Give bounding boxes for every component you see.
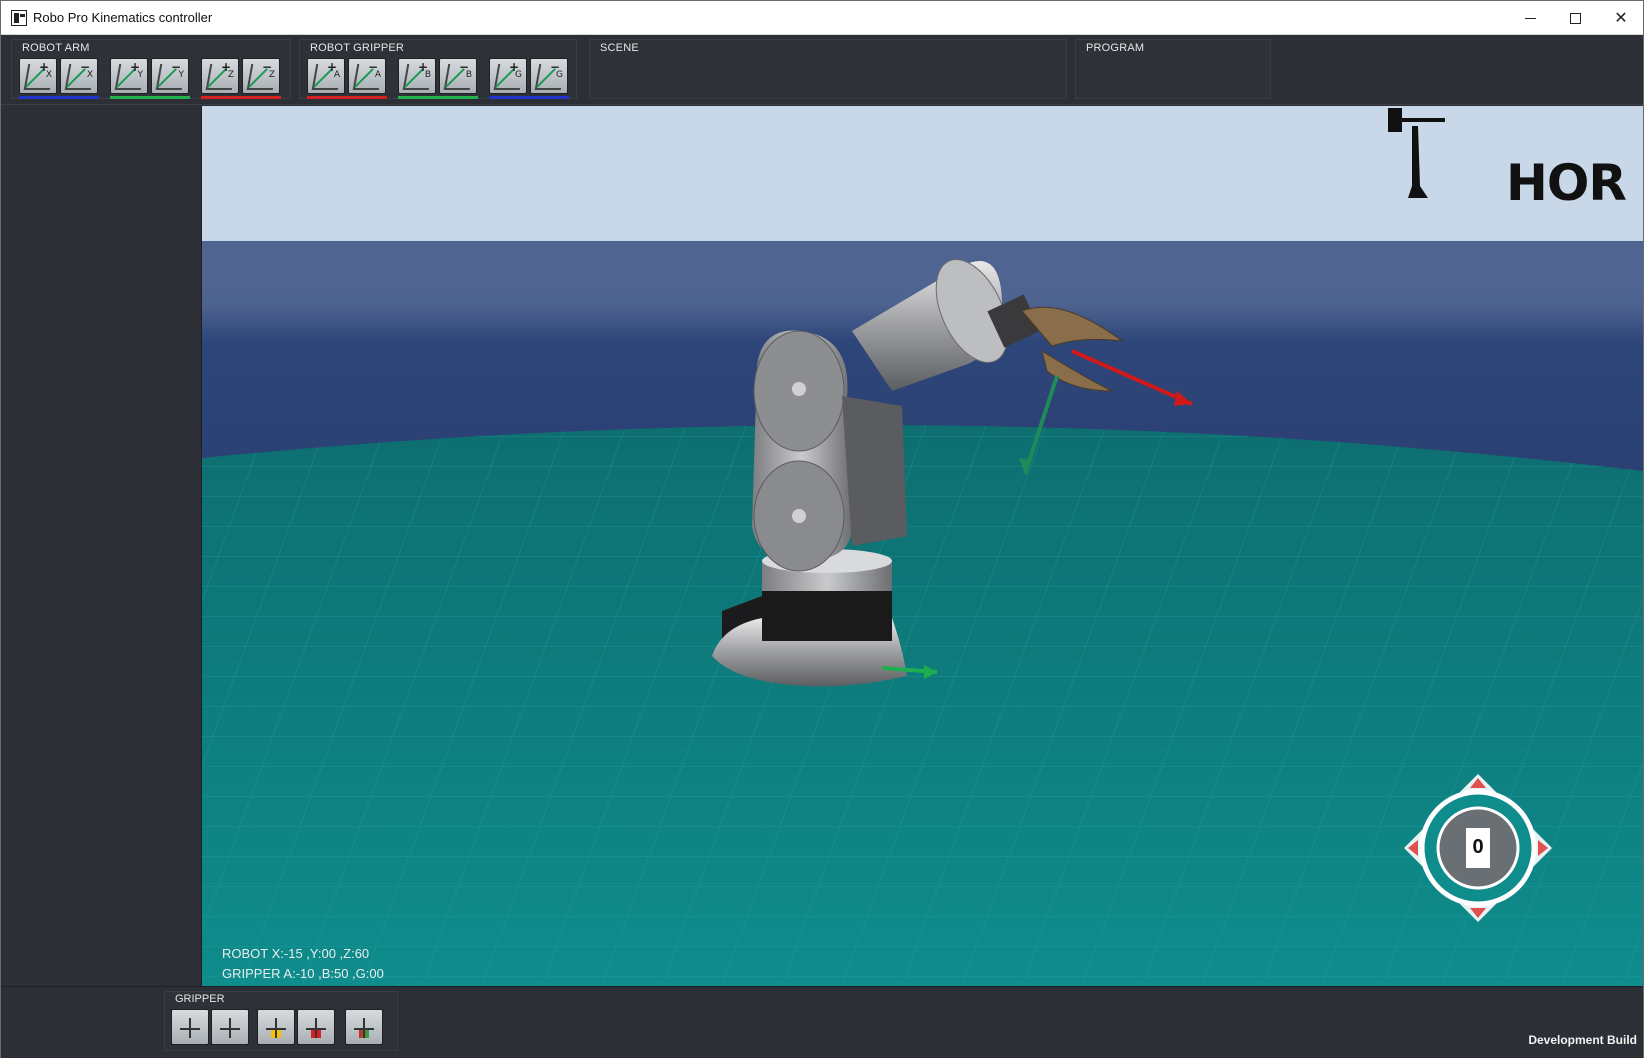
arm-x-plus-axis: X: [45, 70, 52, 80]
maximize-icon: [1569, 12, 1581, 24]
arm-z-minus-axis: Z: [268, 70, 275, 80]
gripper-a-plus-axis: A: [333, 70, 340, 80]
app-window: Robo Pro Kinematics controller ✕ ROBOT A…: [0, 0, 1644, 1058]
open-gripper-button[interactable]: [171, 1009, 209, 1045]
gripper-b-plus-axis: B: [424, 70, 431, 80]
window-title: Robo Pro Kinematics controller: [33, 10, 213, 25]
g-axis-underline: [489, 96, 569, 99]
development-build-label: Development Build: [1528, 1033, 1637, 1047]
program-group: PROGRAM: [1075, 39, 1271, 99]
scene-render: [202, 106, 1643, 986]
gripper-g-plus-axis: G: [515, 70, 522, 80]
left-sidebar: [1, 106, 202, 986]
arm-x-minus-axis: X: [86, 70, 93, 80]
robot-gripper-label: ROBOT GRIPPER: [310, 42, 405, 54]
robot-arm-label: ROBOT ARM: [22, 42, 90, 54]
gripper-b-minus-button[interactable]: − B: [439, 58, 477, 94]
gripper-b-plus-button[interactable]: + B: [398, 58, 436, 94]
robot-gripper-group: ROBOT GRIPPER + A − A + B − B + G − G: [299, 39, 577, 99]
close-gripper-button[interactable]: [211, 1009, 249, 1045]
arm-z-minus-button[interactable]: − Z: [242, 58, 280, 94]
app-icon: [11, 10, 27, 26]
maximize-button[interactable]: [1552, 1, 1598, 35]
gripper-g-minus-axis: G: [556, 70, 563, 80]
gripper-b-minus-axis: B: [465, 70, 472, 80]
gizmo-center-label: 0: [1472, 836, 1484, 858]
minimize-icon: [1524, 17, 1536, 19]
gripper-g-plus-button[interactable]: + G: [489, 58, 527, 94]
scene-label: SCENE: [600, 42, 639, 54]
detach-object-icon: [311, 1030, 321, 1038]
a-axis-underline: [307, 96, 387, 99]
gripper-axis-icon: [359, 1030, 369, 1038]
gripper-g-minus-button[interactable]: − G: [530, 58, 568, 94]
3d-viewport[interactable]: HOR ROBOT X:-15 ,Y:00 ,Z:60 GRIPPER A:-1…: [202, 106, 1643, 986]
thor-logo: HOR: [1506, 154, 1627, 212]
gripper-a-minus-axis: A: [374, 70, 381, 80]
arm-x-minus-button[interactable]: − X: [60, 58, 98, 94]
program-label: PROGRAM: [1086, 42, 1145, 54]
b-axis-underline: [398, 96, 478, 99]
main-toolbar: ROBOT ARM + X − X + Y − Y + Z − Z ROBOT GRIPPE…: [1, 35, 1643, 105]
close-icon: ✕: [1614, 10, 1628, 27]
robot-arm-group: ROBOT ARM + X − X + Y − Y + Z − Z: [11, 39, 291, 99]
gripper-group: GRIPPER: [164, 991, 398, 1051]
scene-group: SCENE: [589, 39, 1067, 99]
attach-object-button[interactable]: [257, 1009, 295, 1045]
arm-z-plus-button[interactable]: + Z: [201, 58, 239, 94]
arm-y-minus-button[interactable]: − Y: [151, 58, 189, 94]
gripper-a-plus-button[interactable]: + A: [307, 58, 345, 94]
gripper-axis-button[interactable]: [345, 1009, 383, 1045]
z-axis-underline: [201, 96, 281, 99]
arm-y-minus-axis: Y: [178, 70, 185, 80]
arm-y-plus-button[interactable]: + Y: [110, 58, 148, 94]
y-axis-underline: [110, 96, 190, 99]
title-bar: Robo Pro Kinematics controller ✕: [1, 1, 1643, 35]
close-button[interactable]: ✕: [1598, 1, 1644, 35]
gripper-a-minus-button[interactable]: − A: [348, 58, 386, 94]
arm-z-plus-axis: Z: [227, 70, 234, 80]
arm-y-plus-axis: Y: [137, 70, 144, 80]
robot-position-readout: ROBOT X:-15 ,Y:00 ,Z:60: [222, 946, 370, 961]
bottom-toolbar: GRIPPER Development Build: [1, 986, 1643, 1058]
arm-x-plus-button[interactable]: + X: [19, 58, 57, 94]
gripper-position-readout: GRIPPER A:-10 ,B:50 ,G:00: [222, 966, 384, 981]
attach-object-icon: [271, 1030, 281, 1038]
minimize-button[interactable]: [1507, 1, 1553, 35]
gripper-group-label: GRIPPER: [175, 993, 225, 1005]
detach-object-button[interactable]: [297, 1009, 335, 1045]
x-axis-underline: [19, 96, 99, 99]
